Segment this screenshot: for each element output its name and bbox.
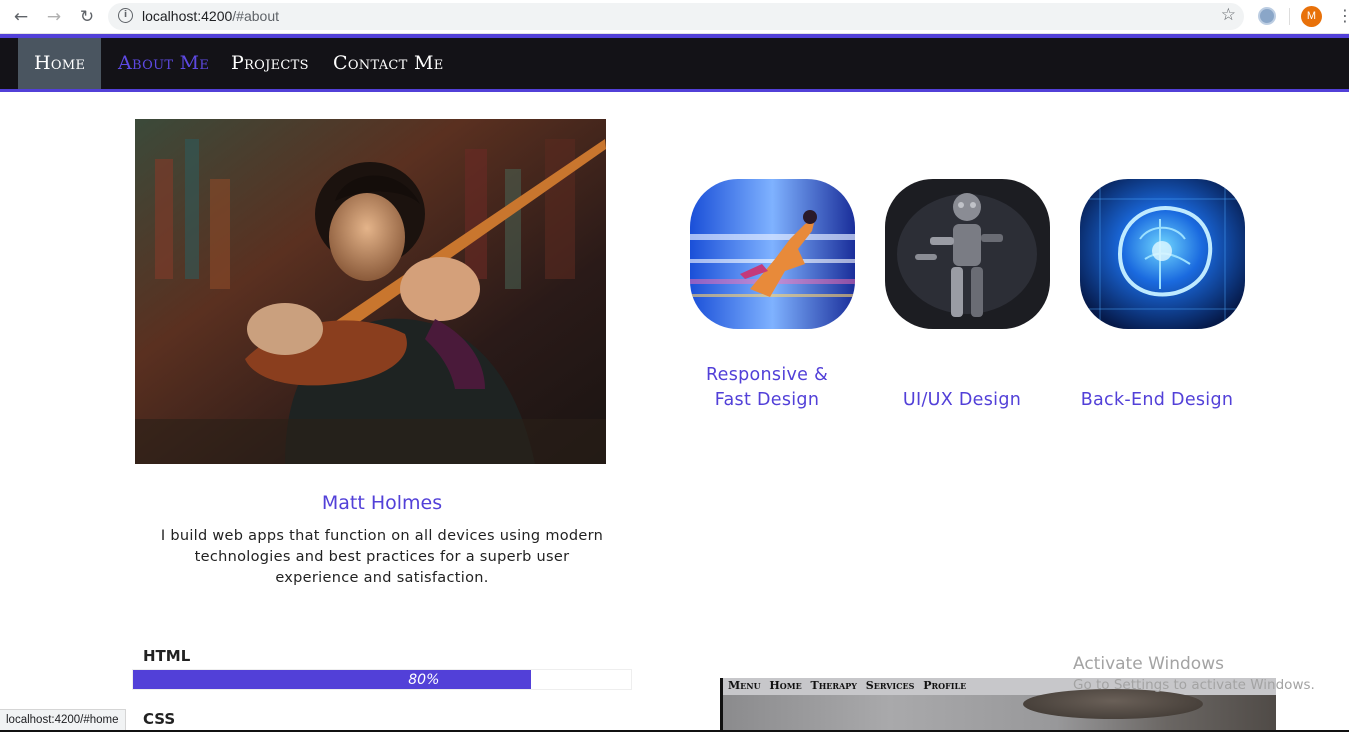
skill-progress-percent: 80%: [408, 672, 440, 688]
profile-avatar[interactable]: M: [1301, 6, 1322, 27]
service-label-back-end: Back-End Design: [1080, 390, 1234, 410]
nav-contact-me[interactable]: Contact Me: [333, 38, 444, 89]
profile-portrait-image: [135, 119, 606, 464]
preview-menu-text: Menu Home Therapy Services Profile: [728, 679, 967, 692]
preview-hero-image: [723, 689, 1276, 732]
site-info-icon[interactable]: i: [118, 8, 133, 23]
activate-windows-subtitle: Go to Settings to activate Windows.: [1073, 677, 1315, 693]
back-end-design-image: [1080, 179, 1245, 329]
forward-icon[interactable]: →: [43, 6, 65, 28]
skill-label-css: CSS: [143, 710, 176, 728]
preview-stone-shape: [1023, 689, 1203, 719]
bookmark-star-icon[interactable]: ☆: [1221, 5, 1236, 25]
profile-bio: I build web apps that function on all de…: [160, 528, 604, 586]
url-path: /#about: [232, 8, 280, 24]
activate-windows-title: Activate Windows: [1073, 654, 1224, 674]
nav-home[interactable]: Home: [18, 38, 102, 89]
nav-about-me[interactable]: About Me: [118, 38, 209, 89]
skill-label-html: HTML: [143, 647, 191, 665]
back-icon[interactable]: ←: [10, 6, 32, 28]
site-navbar: Home About Me Projects Contact Me: [0, 34, 1349, 92]
browser-toolbar: ← → ↻ i localhost:4200/#about ☆ M ⋮: [0, 0, 1349, 34]
toolbar-divider: [1289, 8, 1290, 25]
url-text[interactable]: localhost:4200/#about: [142, 8, 279, 24]
address-bar[interactable]: i localhost:4200/#about ☆: [108, 3, 1244, 30]
activate-windows-watermark: Activate Windows Go to Settings to activ…: [1073, 654, 1315, 693]
skill-progress-fill: 80%: [133, 670, 532, 689]
link-status-bubble: localhost:4200/#home: [0, 709, 126, 732]
extension-icon[interactable]: [1258, 7, 1276, 25]
profile-name: Matt Holmes: [321, 492, 443, 514]
ui-ux-design-image: [885, 179, 1050, 329]
browser-menu-icon[interactable]: ⋮: [1337, 6, 1349, 26]
skill-progress-html: 80%: [132, 669, 632, 690]
responsive-design-image: [690, 179, 855, 329]
service-label-ui-ux: UI/UX Design: [902, 390, 1022, 410]
url-host: localhost:4200: [142, 8, 233, 24]
reload-icon[interactable]: ↻: [76, 6, 98, 28]
service-label-responsive: Responsive & Fast Design: [677, 363, 857, 413]
service-label-responsive-line2: Fast Design: [714, 390, 820, 410]
nav-projects[interactable]: Projects: [231, 38, 309, 89]
service-label-responsive-line1: Responsive &: [705, 365, 829, 385]
